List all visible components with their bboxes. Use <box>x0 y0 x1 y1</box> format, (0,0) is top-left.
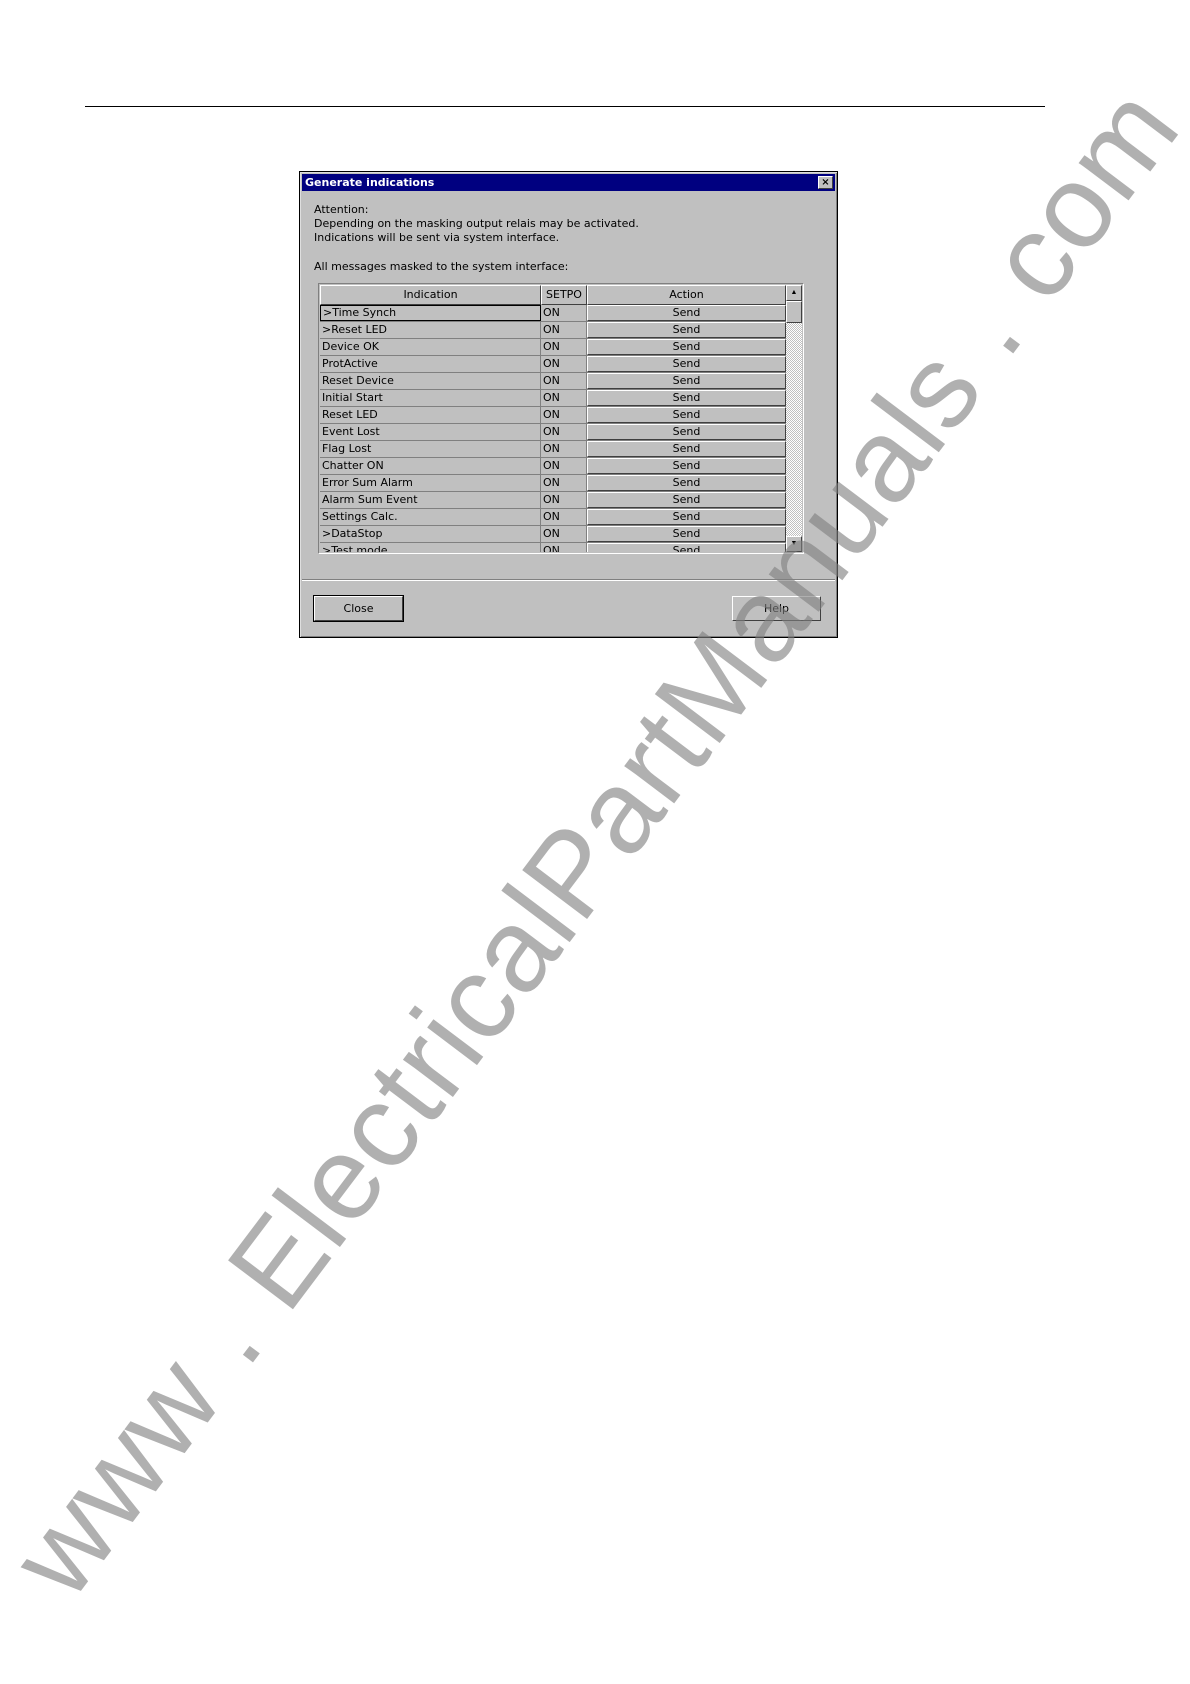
indication-cell[interactable]: >DataStop <box>320 526 541 542</box>
table-row[interactable]: >Reset LED ON Send <box>320 322 786 339</box>
setpoint-cell[interactable]: ON <box>541 305 587 321</box>
indication-cell[interactable]: Reset Device <box>320 373 541 389</box>
setpoint-cell[interactable]: ON <box>541 492 587 508</box>
dialog-title: Generate indications <box>305 176 435 189</box>
dialog-separator <box>302 579 835 581</box>
close-button-label: Close <box>343 602 374 615</box>
indication-cell[interactable]: Reset LED <box>320 407 541 423</box>
close-button[interactable]: Close <box>313 595 404 622</box>
send-button[interactable]: Send <box>587 322 786 338</box>
attention-line-2: Indications will be sent via system inte… <box>314 231 560 244</box>
setpoint-cell[interactable]: ON <box>541 407 587 423</box>
table-row[interactable]: Chatter ON ON Send <box>320 458 786 475</box>
send-button[interactable]: Send <box>587 475 786 491</box>
help-button-label: Help <box>763 602 790 615</box>
table-row[interactable]: Reset LED ON Send <box>320 407 786 424</box>
close-icon[interactable]: × <box>818 176 833 189</box>
indications-grid[interactable]: Indication SETPO Action >Time Synch ON Sen… <box>318 283 804 554</box>
setpoint-cell[interactable]: ON <box>541 509 587 525</box>
send-button[interactable]: Send <box>587 356 786 372</box>
send-button[interactable]: Send <box>587 543 786 552</box>
send-button[interactable]: Send <box>587 492 786 508</box>
column-header-indication[interactable]: Indication <box>320 285 541 305</box>
send-button[interactable]: Send <box>587 339 786 355</box>
setpoint-cell[interactable]: ON <box>541 322 587 338</box>
table-row[interactable]: Settings Calc. ON Send <box>320 509 786 526</box>
table-row[interactable]: >Time Synch ON Send <box>320 305 786 322</box>
indication-cell[interactable]: Chatter ON <box>320 458 541 474</box>
setpoint-cell[interactable]: ON <box>541 441 587 457</box>
send-button[interactable]: Send <box>587 441 786 457</box>
dialog-titlebar[interactable]: Generate indications × <box>302 174 835 191</box>
setpoint-cell[interactable]: ON <box>541 356 587 372</box>
page-top-rule <box>85 106 1045 107</box>
table-row[interactable]: Error Sum Alarm ON Send <box>320 475 786 492</box>
scroll-thumb[interactable] <box>786 301 802 323</box>
column-header-action[interactable]: Action <box>587 285 786 305</box>
setpoint-cell[interactable]: ON <box>541 373 587 389</box>
vertical-scrollbar[interactable]: ▲ ▼ <box>786 285 802 552</box>
table-row[interactable]: Event Lost ON Send <box>320 424 786 441</box>
setpoint-cell[interactable]: ON <box>541 339 587 355</box>
send-button[interactable]: Send <box>587 407 786 423</box>
send-button[interactable]: Send <box>587 390 786 406</box>
table-row[interactable]: Flag Lost ON Send <box>320 441 786 458</box>
setpoint-cell[interactable]: ON <box>541 475 587 491</box>
send-button[interactable]: Send <box>587 526 786 542</box>
help-button[interactable]: Help <box>732 596 821 621</box>
table-row[interactable]: Device OK ON Send <box>320 339 786 356</box>
attention-label: Attention: <box>314 203 369 216</box>
indication-cell[interactable]: >Test mode <box>320 543 541 552</box>
send-button[interactable]: Send <box>587 305 786 321</box>
attention-line-1: Depending on the masking output relais m… <box>314 217 639 230</box>
setpoint-cell[interactable]: ON <box>541 458 587 474</box>
table-header: Indication SETPO Action <box>320 285 786 305</box>
send-button[interactable]: Send <box>587 509 786 525</box>
indication-cell[interactable]: Alarm Sum Event <box>320 492 541 508</box>
table-row[interactable]: >DataStop ON Send <box>320 526 786 543</box>
setpoint-cell[interactable]: ON <box>541 526 587 542</box>
table-body: >Time Synch ON Send >Reset LED ON Send Device … <box>320 305 786 552</box>
indication-cell[interactable]: Flag Lost <box>320 441 541 457</box>
scroll-up-icon[interactable]: ▲ <box>786 285 802 301</box>
indication-cell[interactable]: Settings Calc. <box>320 509 541 525</box>
setpoint-cell[interactable]: ON <box>541 543 587 552</box>
send-button[interactable]: Send <box>587 458 786 474</box>
indication-cell[interactable]: Event Lost <box>320 424 541 440</box>
indications-table: Indication SETPO Action >Time Synch ON Sen… <box>320 285 786 552</box>
column-header-setpoint[interactable]: SETPO <box>541 285 587 305</box>
table-row[interactable]: ProtActive ON Send <box>320 356 786 373</box>
indication-cell[interactable]: >Time Synch <box>320 305 541 321</box>
indication-cell[interactable]: >Reset LED <box>320 322 541 338</box>
indication-cell[interactable]: Initial Start <box>320 390 541 406</box>
scroll-down-icon[interactable]: ▼ <box>786 536 802 552</box>
setpoint-cell[interactable]: ON <box>541 424 587 440</box>
generate-indications-dialog: Generate indications × Attention: Depend… <box>299 171 838 638</box>
indication-cell[interactable]: Error Sum Alarm <box>320 475 541 491</box>
table-row[interactable]: Alarm Sum Event ON Send <box>320 492 786 509</box>
setpoint-cell[interactable]: ON <box>541 390 587 406</box>
table-row[interactable]: Initial Start ON Send <box>320 390 786 407</box>
send-button[interactable]: Send <box>587 424 786 440</box>
indication-cell[interactable]: ProtActive <box>320 356 541 372</box>
list-caption: All messages masked to the system interf… <box>314 260 569 273</box>
indication-cell[interactable]: Device OK <box>320 339 541 355</box>
table-row[interactable]: Reset Device ON Send <box>320 373 786 390</box>
table-row[interactable]: >Test mode ON Send <box>320 543 786 552</box>
send-button[interactable]: Send <box>587 373 786 389</box>
